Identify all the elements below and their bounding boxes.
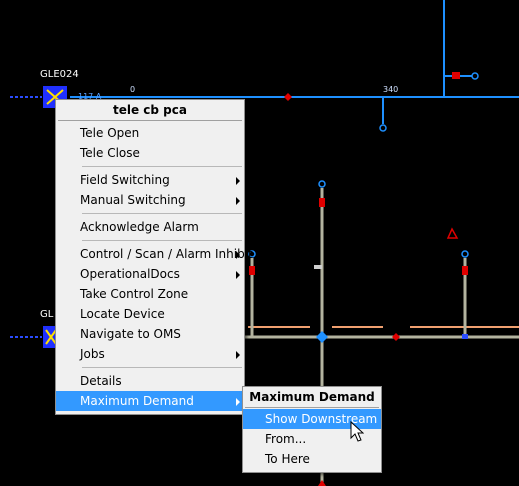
menu-item-take-control-zone[interactable]: Take Control Zone xyxy=(56,284,244,304)
menu-separator xyxy=(82,213,242,214)
menu-item-navigate-to-oms[interactable]: Navigate to OMS xyxy=(56,324,244,344)
breaker-icon[interactable] xyxy=(462,266,468,275)
menu-item-tele-close[interactable]: Tele Close xyxy=(56,143,244,163)
menu-item-label: Take Control Zone xyxy=(80,287,189,301)
warning-triangle-icon[interactable] xyxy=(446,227,459,239)
menu-item-label: Field Switching xyxy=(80,173,170,187)
submenu-arrow-icon xyxy=(236,177,240,185)
menu-item-label: Locate Device xyxy=(80,307,165,321)
node-circle-icon[interactable] xyxy=(461,250,469,258)
submenu-arrow-icon xyxy=(236,251,240,259)
node-label: 340 xyxy=(383,85,399,94)
menu-item-label: Jobs xyxy=(80,347,105,361)
menu-item-label: OperationalDocs xyxy=(80,267,180,281)
submenu-arrow-icon xyxy=(236,351,240,359)
menu-item-operationaldocs[interactable]: OperationalDocs xyxy=(56,264,244,284)
device-label: GL xyxy=(40,309,54,320)
menu-item-tele-open[interactable]: Tele Open xyxy=(56,123,244,143)
menu-separator xyxy=(82,166,242,167)
menu-separator xyxy=(82,367,242,368)
menu-item-locate-device[interactable]: Locate Device xyxy=(56,304,244,324)
submenu-arrow-icon xyxy=(236,398,240,406)
menu-item-label: Maximum Demand xyxy=(80,394,194,408)
menu-item-details[interactable]: Details xyxy=(56,371,244,391)
menu-item-label: Control / Scan / Alarm Inhibit xyxy=(80,247,253,261)
submenu-arrow-icon xyxy=(236,271,240,279)
menu-item-label: Navigate to OMS xyxy=(80,327,181,341)
context-menu-title: tele cb pca xyxy=(58,100,242,121)
context-menu: tele cb pca Tele Open Tele Close Field Swi… xyxy=(55,99,253,415)
mouse-pointer-icon xyxy=(350,421,364,442)
node-circle-icon[interactable] xyxy=(379,124,387,132)
breaker-icon[interactable] xyxy=(249,266,255,275)
menu-item-field-switching[interactable]: Field Switching xyxy=(56,170,244,190)
submenu-title: Maximum Demand xyxy=(245,387,379,408)
menu-separator xyxy=(82,240,242,241)
node-circle-icon[interactable] xyxy=(471,72,479,80)
menu-item-control-scan-alarm-inhibit[interactable]: Control / Scan / Alarm Inhibit xyxy=(56,244,253,264)
menu-item-acknowledge-alarm[interactable]: Acknowledge Alarm xyxy=(56,217,244,237)
node-circle-icon[interactable] xyxy=(318,180,326,188)
bus-tick xyxy=(462,334,468,339)
grey-marker xyxy=(314,265,322,269)
menu-item-label: Manual Switching xyxy=(80,193,186,207)
menu-item-manual-switching[interactable]: Manual Switching xyxy=(56,190,244,210)
breaker-icon[interactable] xyxy=(319,198,325,207)
menu-item-jobs[interactable]: Jobs xyxy=(56,344,244,364)
junction-icon[interactable] xyxy=(316,331,328,343)
menu-item-label: Details xyxy=(80,374,122,388)
menu-item-label: Tele Open xyxy=(80,126,140,140)
submenu-item-to-here[interactable]: To Here xyxy=(243,449,381,469)
node-label: 0 xyxy=(130,85,136,94)
breaker-icon[interactable] xyxy=(452,72,460,79)
device-label: GLE024 xyxy=(40,69,79,80)
breaker-icon[interactable] xyxy=(284,93,292,101)
breaker-icon[interactable] xyxy=(392,333,400,341)
menu-item-label: Acknowledge Alarm xyxy=(80,220,199,234)
submenu-arrow-icon xyxy=(236,197,240,205)
menu-item-maximum-demand[interactable]: Maximum Demand xyxy=(56,391,244,411)
breaker-icon[interactable] xyxy=(318,480,326,486)
menu-item-label: Tele Close xyxy=(80,146,140,160)
